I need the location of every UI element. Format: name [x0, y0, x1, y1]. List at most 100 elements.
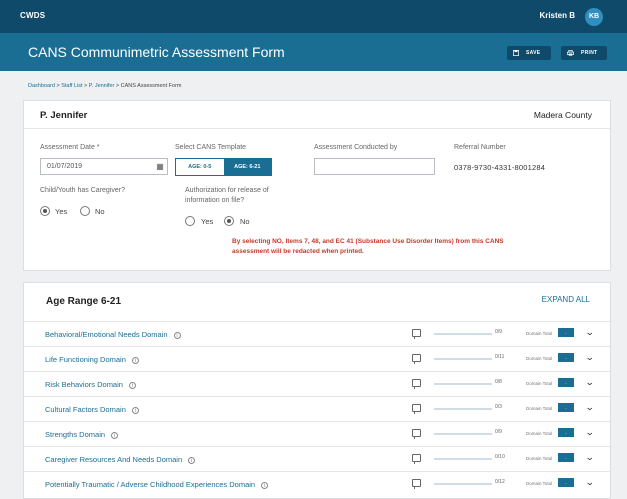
- breadcrumb-dashboard[interactable]: Dashboard: [28, 83, 55, 89]
- domain-total-value: -: [558, 378, 574, 387]
- print-label: PRINT: [581, 50, 598, 56]
- calendar-icon[interactable]: ▦: [154, 159, 166, 174]
- client-name: P. Jennifer: [40, 110, 88, 121]
- domain-total-value: -: [558, 353, 574, 362]
- domain-total-label: Domain Total: [526, 481, 553, 486]
- info-icon[interactable]: i: [173, 332, 181, 339]
- domain-total-label: Domain Total: [526, 406, 553, 411]
- domains-card: Age Range 6-21 EXPAND ALL Behavioral/Emo…: [23, 282, 611, 499]
- domain-total-value: -: [558, 453, 574, 462]
- domain-total-label: Domain Total: [526, 456, 553, 461]
- chevron-down-icon[interactable]: ⌄: [585, 427, 595, 438]
- info-icon[interactable]: i: [131, 407, 139, 414]
- authorization-yes-label: Yes: [201, 217, 214, 226]
- avatar[interactable]: KB: [585, 8, 603, 26]
- authorization-yes-radio[interactable]: [185, 216, 195, 226]
- conducted-by-field[interactable]: [314, 158, 435, 175]
- user-name[interactable]: Kristen B: [539, 11, 575, 20]
- domain-progress-bar: [434, 408, 492, 410]
- app-name[interactable]: CWDS: [20, 11, 45, 20]
- authorization-label-1: Authorization for release of: [185, 187, 269, 194]
- assessment-date-label: Assessment Date *: [40, 144, 100, 151]
- authorization-no-label: No: [240, 217, 250, 226]
- template-option-6-21[interactable]: AGE: 6-21: [223, 159, 271, 175]
- breadcrumb: Dashboard > Staff List > P. Jennifer > C…: [28, 83, 182, 89]
- comment-icon[interactable]: [412, 379, 421, 389]
- domain-total-label: Domain Total: [526, 381, 553, 386]
- assessment-date-field[interactable]: 01/07/2019: [40, 158, 168, 175]
- printer-icon: [567, 50, 574, 56]
- domain-total-label: Domain Total: [526, 356, 553, 361]
- domain-name[interactable]: Risk Behaviors Domain i: [45, 380, 136, 389]
- domain-progress-bar: [434, 383, 492, 385]
- domain-row[interactable]: Potentially Traumatic / Adverse Childhoo…: [24, 471, 610, 496]
- domain-name[interactable]: Potentially Traumatic / Adverse Childhoo…: [45, 480, 269, 489]
- domain-progress-bar: [434, 433, 492, 435]
- domain-progress-bar: [434, 358, 492, 360]
- save-button[interactable]: SAVE: [507, 46, 551, 60]
- domain-name[interactable]: Life Functioning Domain i: [45, 355, 139, 364]
- domain-progress-count: 0/9: [495, 329, 502, 335]
- save-label: SAVE: [526, 50, 541, 56]
- template-toggle: AGE: 0-5 AGE: 6-21: [175, 158, 272, 176]
- chevron-down-icon[interactable]: ⌄: [585, 452, 595, 463]
- breadcrumb-staff-list[interactable]: Staff List: [61, 83, 82, 89]
- chevron-down-icon[interactable]: ⌄: [585, 402, 595, 413]
- domain-total-value: -: [558, 478, 574, 487]
- domain-name[interactable]: Behavioral/Emotional Needs Domain i: [45, 330, 181, 339]
- domain-total-label: Domain Total: [526, 331, 553, 336]
- domain-row[interactable]: Caregiver Resources And Needs Domain i 0/1…: [24, 446, 610, 471]
- conducted-by-label: Assessment Conducted by: [314, 144, 398, 151]
- breadcrumb-client[interactable]: P. Jennifer: [89, 83, 115, 89]
- print-button[interactable]: PRINT: [561, 46, 607, 60]
- info-icon[interactable]: i: [128, 382, 136, 389]
- domain-total-value: -: [558, 403, 574, 412]
- redaction-warning: By selecting NO, Items 7, 48, and EC 41 …: [232, 238, 504, 255]
- client-county: Madera County: [533, 110, 592, 120]
- chevron-down-icon[interactable]: ⌄: [585, 327, 595, 338]
- breadcrumb-current: CANS Assessment Form: [120, 83, 182, 89]
- client-header: P. Jennifer Madera County: [24, 101, 610, 129]
- caregiver-no-label: No: [95, 207, 105, 216]
- domain-progress-bar: [434, 458, 492, 460]
- comment-icon[interactable]: [412, 404, 421, 414]
- authorization-no-radio[interactable]: [224, 216, 234, 226]
- page-header: CANS Communimetric Assessment Form SAVE …: [0, 33, 627, 71]
- domain-name[interactable]: Strengths Domain i: [45, 430, 119, 439]
- caregiver-label: Child/Youth has Caregiver?: [40, 187, 125, 194]
- domain-name[interactable]: Cultural Factors Domain i: [45, 405, 139, 414]
- domain-progress-count: 0/12: [495, 479, 505, 485]
- expand-all-button[interactable]: EXPAND ALL: [542, 295, 590, 304]
- domain-total-label: Domain Total: [526, 431, 553, 436]
- chevron-down-icon[interactable]: ⌄: [585, 477, 595, 488]
- domain-row[interactable]: Life Functioning Domain i 0/11 Domain Total…: [24, 346, 610, 371]
- comment-icon[interactable]: [412, 329, 421, 339]
- domain-row[interactable]: Risk Behaviors Domain i 0/8 Domain Total - ⌄: [24, 371, 610, 396]
- domain-progress-bar: [434, 333, 492, 335]
- comment-icon[interactable]: [412, 429, 421, 439]
- info-icon[interactable]: i: [131, 357, 139, 364]
- domain-progress-count: 0/9: [495, 429, 502, 435]
- template-option-0-5[interactable]: AGE: 0-5: [176, 159, 224, 175]
- domain-row[interactable]: Behavioral/Emotional Needs Domain i 0/9 Dom…: [24, 321, 610, 346]
- caregiver-no-radio[interactable]: [80, 206, 90, 216]
- domain-progress-count: 0/8: [495, 379, 502, 385]
- referral-number: 0378-9730-4331-8001284: [454, 163, 546, 172]
- comment-icon[interactable]: [412, 354, 421, 364]
- age-range-title: Age Range 6-21: [46, 296, 122, 307]
- caregiver-yes-radio[interactable]: [40, 206, 50, 216]
- info-icon[interactable]: i: [188, 457, 196, 464]
- referral-number-label: Referral Number: [454, 144, 506, 151]
- domain-progress-count: 0/3: [495, 404, 502, 410]
- domain-row[interactable]: Strengths Domain i 0/9 Domain Total - ⌄: [24, 421, 610, 446]
- chevron-down-icon[interactable]: ⌄: [585, 352, 595, 363]
- info-icon[interactable]: i: [111, 432, 119, 439]
- domain-name[interactable]: Caregiver Resources And Needs Domain i: [45, 455, 196, 464]
- info-icon[interactable]: i: [261, 482, 269, 489]
- domain-total-value: -: [558, 328, 574, 337]
- domain-row[interactable]: Cultural Factors Domain i 0/3 Domain Total -…: [24, 396, 610, 421]
- comment-icon[interactable]: [412, 479, 421, 489]
- authorization-label-2: information on file?: [185, 197, 245, 204]
- chevron-down-icon[interactable]: ⌄: [585, 377, 595, 388]
- comment-icon[interactable]: [412, 454, 421, 464]
